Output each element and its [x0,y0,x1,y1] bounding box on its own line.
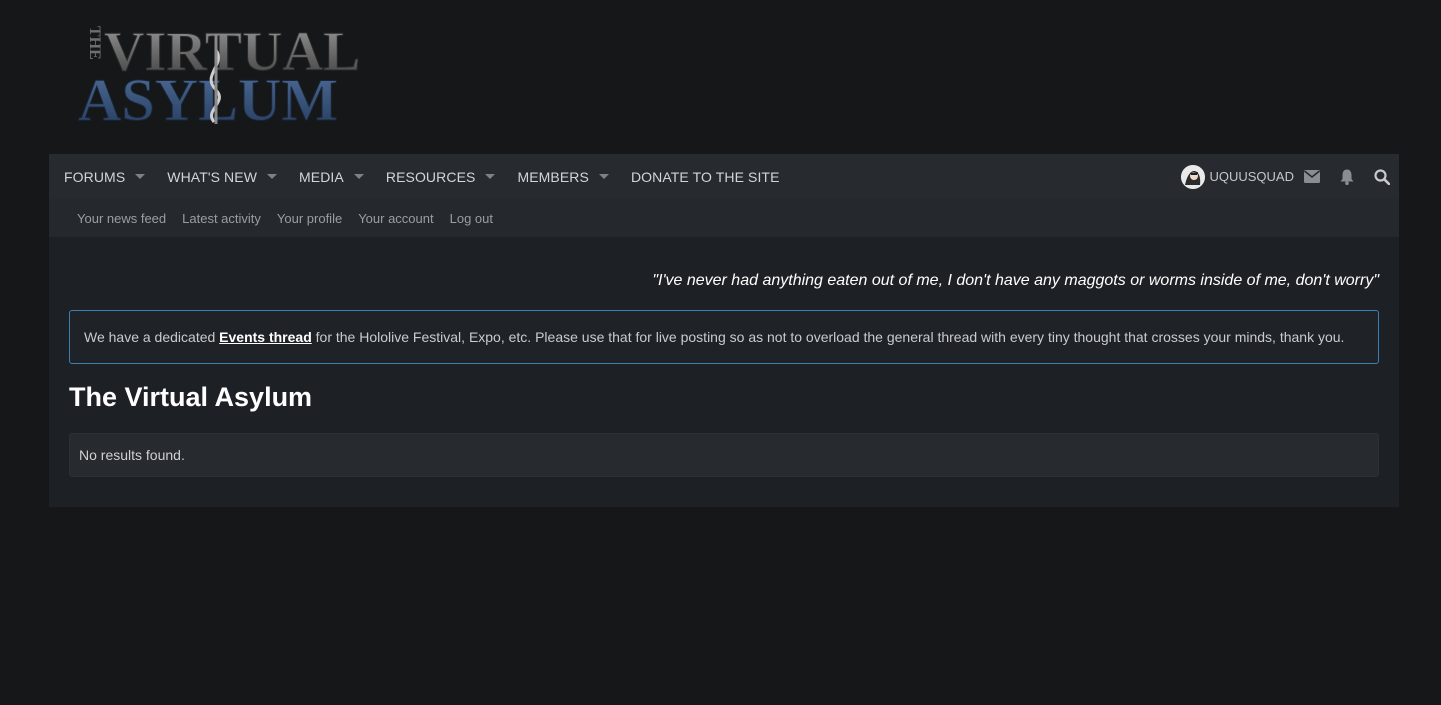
nav-donate-label: DONATE TO THE SITE [630,168,780,185]
nav-members-label: MEMBERS [517,168,589,185]
subnav-log-out[interactable]: Log out [450,211,493,226]
chevron-down-icon[interactable] [598,174,609,179]
page-container: FORUMS WHAT'S NEW MEDIA RESOURCES MEMBER… [49,154,1399,507]
subnav-your-account[interactable]: Your account [358,211,433,226]
sub-nav: Your news feed Latest activity Your prof… [49,199,1399,237]
results-block: No results found. [69,433,1379,477]
main-nav: FORUMS WHAT'S NEW MEDIA RESOURCES MEMBER… [49,154,1399,199]
subnav-your-profile[interactable]: Your profile [277,211,342,226]
search-icon[interactable] [1364,154,1399,199]
notice-banner: We have a dedicated Events thread for th… [69,310,1379,364]
header-quote: "I've never had anything eaten out of me… [652,272,1379,289]
page-title: The Virtual Asylum [69,382,313,412]
subnav-news-feed[interactable]: Your news feed [77,211,166,226]
avatar[interactable] [1181,164,1206,189]
nav-donate[interactable]: DONATE TO THE SITE [631,154,780,199]
logo-the: THE [86,26,103,60]
site-logo[interactable]: THE VIRTUAL ASYLUM [76,20,366,127]
username: UQUUSQUAD [1209,169,1294,184]
subnav-latest-activity[interactable]: Latest activity [182,211,261,226]
nav-resources-label: RESOURCES [385,168,476,185]
envelope-icon[interactable] [1294,154,1329,199]
nav-user-area: UQUUSQUAD [1181,154,1399,199]
nav-whats-new[interactable]: WHAT'S NEW [167,154,299,199]
notice-text-before: We have a dedicated [84,329,220,345]
user-menu[interactable]: UQUUSQUAD [1181,164,1294,189]
logo-asylum: ASYLUM [78,67,338,126]
chevron-down-icon[interactable] [353,174,364,179]
nav-whats-new-label: WHAT'S NEW [167,168,258,185]
bell-icon[interactable] [1329,154,1364,199]
nav-resources[interactable]: RESOURCES [386,154,518,199]
nav-media[interactable]: MEDIA [299,154,386,199]
no-results-text: No results found. [79,447,185,463]
nav-forums[interactable]: FORUMS [64,154,167,199]
nav-forums-label: FORUMS [64,168,126,185]
chevron-down-icon[interactable] [485,174,496,179]
chevron-down-icon[interactable] [135,174,146,179]
nav-media-label: MEDIA [299,168,344,185]
nav-members[interactable]: MEMBERS [517,154,631,199]
events-thread-link[interactable]: Events thread [219,329,312,345]
chevron-down-icon[interactable] [267,174,278,179]
notice-text-after: for the Hololive Festival, Expo, etc. Pl… [311,329,1345,345]
